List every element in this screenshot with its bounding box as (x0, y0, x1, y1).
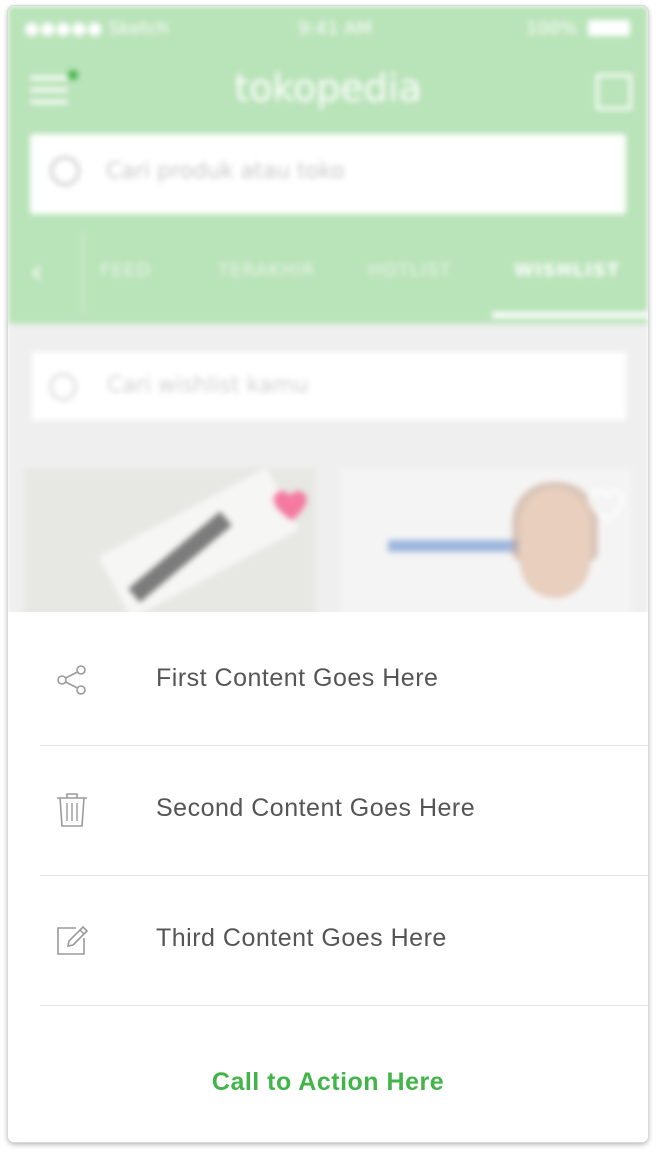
search-icon (50, 156, 80, 186)
heart-outline-icon[interactable] (586, 482, 630, 526)
action-sheet-item-label: First Content Goes Here (156, 664, 439, 692)
action-sheet: First Content Goes Here Second Content G… (8, 612, 648, 1142)
share-icon (57, 665, 86, 695)
heart-filled-icon[interactable] (270, 482, 314, 526)
action-sheet-item-share[interactable]: First Content Goes Here (8, 612, 648, 742)
action-sheet-item-delete[interactable]: Second Content Goes Here (8, 742, 648, 872)
active-tab-indicator (492, 312, 648, 318)
search-input[interactable]: Cari produk atau toko (30, 134, 626, 214)
battery-icon (588, 20, 630, 36)
wishlist-search-placeholder: Cari wishlist kamu (107, 373, 309, 398)
chevron-left-icon[interactable]: ‹ (30, 252, 44, 292)
top-bar: tokopedia (8, 50, 648, 130)
tab-feed[interactable]: FEED (100, 260, 151, 281)
cart-icon[interactable] (596, 74, 632, 110)
tab-terakhir[interactable]: TERAKHIR (218, 260, 316, 281)
action-sheet-item-edit[interactable]: Third Content Goes Here (8, 872, 648, 1002)
action-sheet-item-label: Third Content Goes Here (156, 924, 447, 952)
phone-screen: ●●●●● Sketch 9:41 AM 100% tokopedia Cari… (8, 6, 648, 1142)
battery-percent: 100% (526, 18, 578, 39)
search-placeholder: Cari produk atau toko (106, 159, 345, 184)
call-to-action-button[interactable]: Call to Action Here (8, 1006, 648, 1142)
edit-icon (57, 925, 89, 955)
tab-wishlist[interactable]: WISHLIST (514, 260, 620, 281)
carrier-label: ●●●●● Sketch (24, 18, 169, 39)
trash-icon (57, 793, 87, 827)
call-to-action-label: Call to Action Here (211, 1068, 445, 1096)
tab-divider (82, 232, 84, 314)
search-icon (49, 373, 77, 401)
tab-bar: ‹ FEED TERAKHIR HOTLIST WISHLIST (8, 232, 648, 314)
wishlist-search-input[interactable]: Cari wishlist kamu (30, 350, 628, 422)
app-logo: tokopedia (234, 66, 422, 110)
status-bar: ●●●●● Sketch 9:41 AM 100% (8, 6, 648, 50)
action-sheet-item-label: Second Content Goes Here (156, 794, 476, 822)
clock: 9:41 AM (298, 18, 372, 39)
background-app: ●●●●● Sketch 9:41 AM 100% tokopedia Cari… (8, 6, 648, 628)
tab-hotlist[interactable]: HOTLIST (368, 260, 451, 281)
